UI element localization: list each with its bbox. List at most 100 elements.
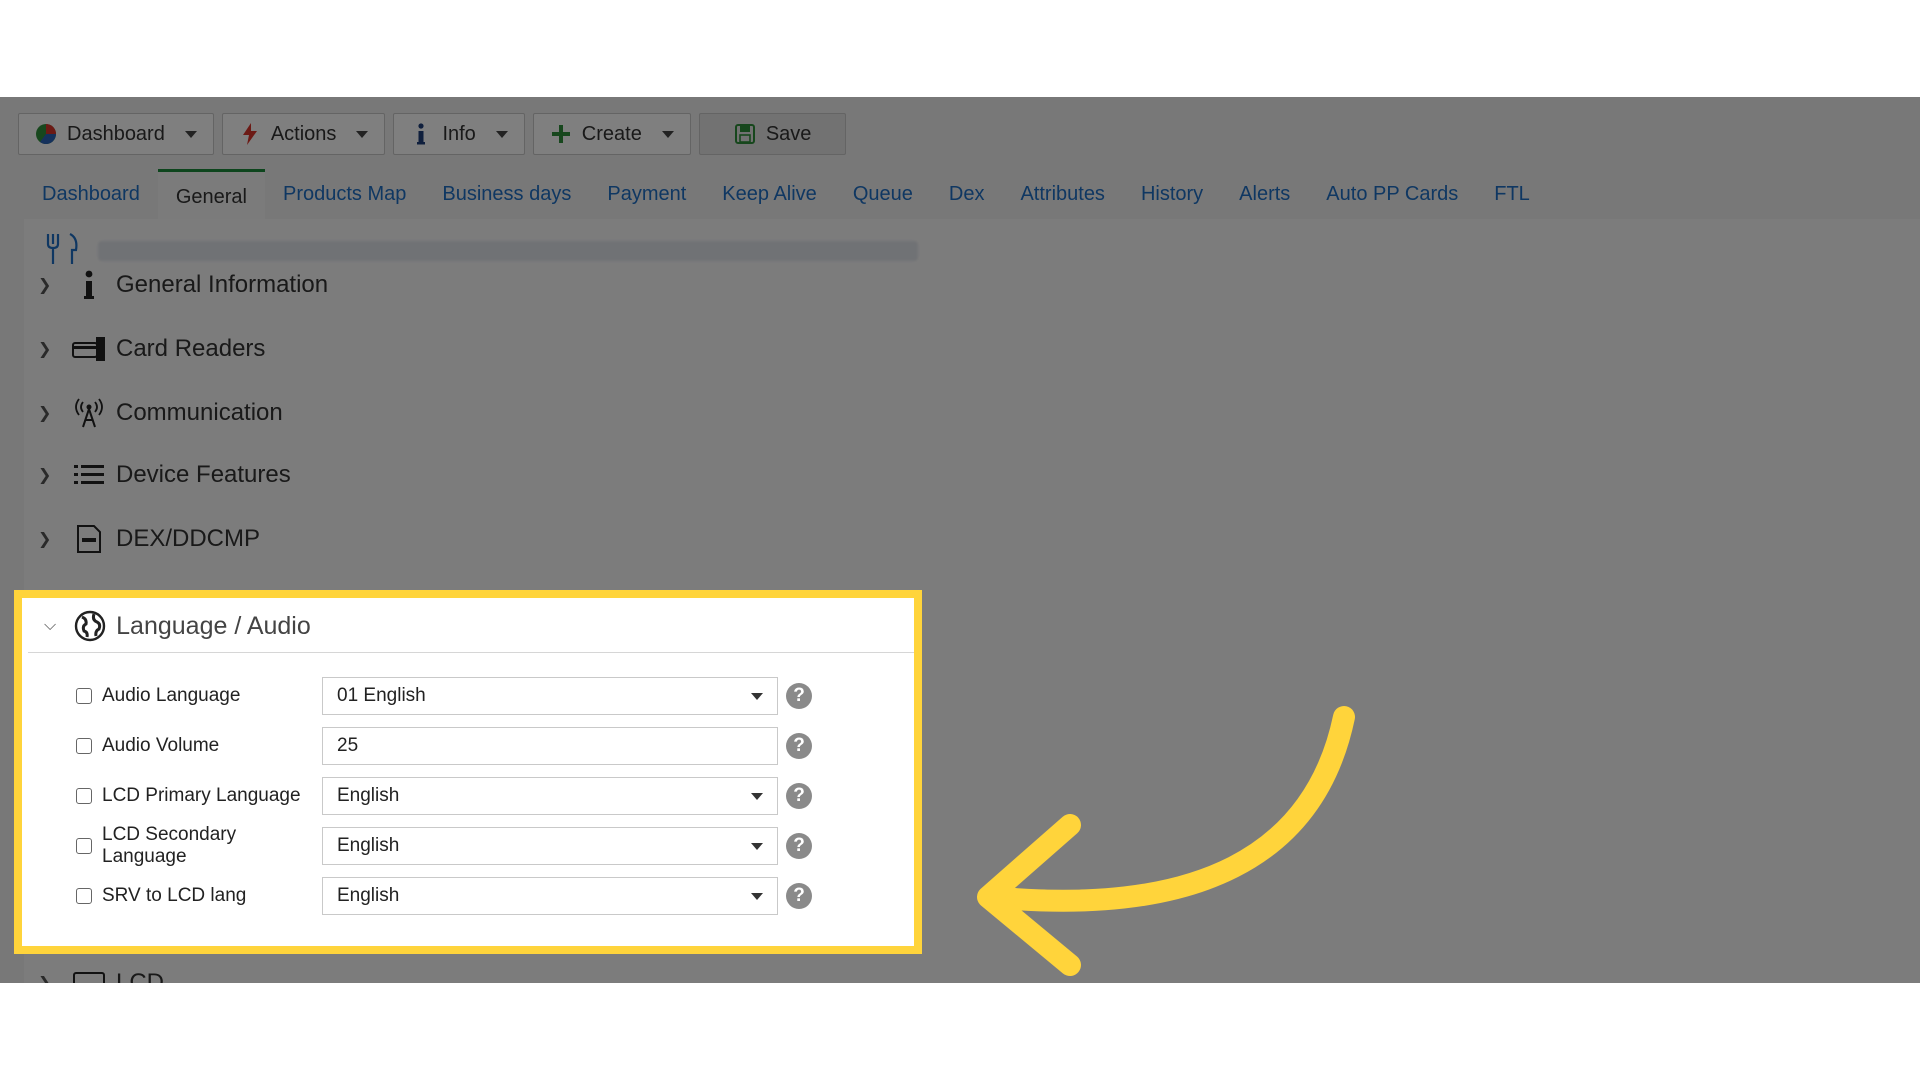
chevron-right-icon: ❯ <box>38 405 52 422</box>
chevron-right-icon: ❯ <box>38 277 52 294</box>
audio-volume-input[interactable]: 25 <box>322 727 778 765</box>
info-icon <box>72 269 106 301</box>
app-window: Dashboard Actions Info Create Save Dashb… <box>0 97 1920 983</box>
section-language-audio: ⌵ Language / Audio Audio Language 01 Eng… <box>18 594 918 950</box>
section-communication[interactable]: ❯ Communication <box>38 393 283 433</box>
breadcrumb-redacted <box>98 241 918 261</box>
save-button[interactable]: Save <box>698 113 847 155</box>
row-srv-to-lcd-lang: SRV to LCD lang English ? <box>76 876 812 916</box>
lcd-primary-language-checkbox[interactable] <box>76 788 92 804</box>
card-reader-icon <box>72 333 106 365</box>
lcd-primary-language-select[interactable]: English <box>322 777 778 815</box>
tab-keep-alive[interactable]: Keep Alive <box>704 169 835 219</box>
dex-icon <box>72 523 106 555</box>
chevron-down-icon <box>356 130 369 138</box>
tab-payment[interactable]: Payment <box>589 169 704 219</box>
divider <box>28 652 918 653</box>
tab-attributes[interactable]: Attributes <box>1002 169 1122 219</box>
language-audio-title: Language / Audio <box>116 611 311 640</box>
chevron-right-icon: ❯ <box>38 467 52 484</box>
section-card-readers[interactable]: ❯ Card Readers <box>38 329 265 369</box>
section-general-information[interactable]: ❯ General Information <box>38 265 328 305</box>
lcd-primary-language-value: English <box>337 785 400 806</box>
chevron-down-icon <box>751 892 763 900</box>
audio-language-value: 01 English <box>337 685 426 706</box>
section-label: Device Features <box>116 461 291 488</box>
lcd-icon <box>72 967 106 983</box>
lcd-secondary-language-select[interactable]: English <box>322 827 778 865</box>
help-icon[interactable]: ? <box>786 733 812 759</box>
tab-dashboard[interactable]: Dashboard <box>24 169 158 219</box>
help-icon[interactable]: ? <box>786 783 812 809</box>
help-icon[interactable]: ? <box>786 883 812 909</box>
chevron-down-icon <box>751 792 763 800</box>
chevron-down-icon <box>661 130 674 138</box>
lcd-secondary-language-label: LCD Secondary Language <box>102 824 237 867</box>
row-audio-volume: Audio Volume 25 ? <box>76 726 812 766</box>
section-label: Card Readers <box>116 335 266 362</box>
help-icon[interactable]: ? <box>786 683 812 709</box>
language-audio-header[interactable]: ⌵ Language / Audio <box>44 606 311 646</box>
lightning-icon <box>239 123 261 145</box>
row-audio-language: Audio Language 01 English ? <box>76 676 812 716</box>
create-button[interactable]: Create <box>532 113 691 155</box>
tab-alerts[interactable]: Alerts <box>1221 169 1308 219</box>
globe-icon <box>74 610 106 642</box>
antenna-icon <box>72 397 106 429</box>
lcd-primary-language-label: LCD Primary Language <box>102 785 301 806</box>
row-lcd-secondary-language: LCD Secondary Language English ? <box>76 824 812 867</box>
srv-to-lcd-lang-checkbox[interactable] <box>76 888 92 904</box>
section-label: LCD <box>116 969 165 983</box>
audio-volume-value: 25 <box>337 735 359 756</box>
audio-language-select[interactable]: 01 English <box>322 677 778 715</box>
audio-language-label: Audio Language <box>102 685 241 706</box>
list-icon <box>72 459 106 491</box>
section-label: Communication <box>116 399 283 426</box>
section-label: General Information <box>116 271 329 298</box>
pie-chart-icon <box>35 123 57 145</box>
tab-general[interactable]: General <box>157 169 265 219</box>
chevron-down-icon: ⌵ <box>44 617 57 634</box>
tab-queue[interactable]: Queue <box>835 169 931 219</box>
actions-button[interactable]: Actions <box>221 113 386 155</box>
chevron-down-icon <box>495 130 508 138</box>
info-button[interactable]: Info <box>393 113 525 155</box>
tab-dex[interactable]: Dex <box>931 169 1003 219</box>
audio-language-checkbox[interactable] <box>76 688 92 704</box>
info-icon <box>410 123 432 145</box>
chevron-down-icon <box>751 842 763 850</box>
save-label: Save <box>765 122 812 145</box>
chevron-right-icon: ❯ <box>38 973 54 983</box>
chevron-right-icon: ❯ <box>38 341 52 358</box>
create-label: Create <box>581 122 642 145</box>
tab-ftl[interactable]: FTL <box>1476 169 1548 219</box>
dashboard-button[interactable]: Dashboard <box>18 113 214 155</box>
breadcrumb <box>44 232 934 269</box>
section-dex-ddcmp[interactable]: ❯ DEX/DDCMP <box>38 519 260 559</box>
section-label: DEX/DDCMP <box>116 525 261 552</box>
chevron-down-icon <box>751 692 763 700</box>
help-icon[interactable]: ? <box>786 833 812 859</box>
floppy-disk-icon <box>734 123 756 145</box>
dashboard-label: Dashboard <box>67 122 165 145</box>
tab-bar: Dashboard General Products Map Business … <box>24 169 1548 219</box>
tab-business-days[interactable]: Business days <box>424 169 589 219</box>
srv-to-lcd-lang-value: English <box>337 885 400 906</box>
section-device-features[interactable]: ❯ Device Features <box>38 455 291 495</box>
srv-to-lcd-lang-select[interactable]: English <box>322 877 778 915</box>
info-label: Info <box>442 122 476 145</box>
plus-icon <box>550 123 572 145</box>
audio-volume-checkbox[interactable] <box>76 738 92 754</box>
audio-volume-label: Audio Volume <box>102 735 220 756</box>
row-lcd-primary-language: LCD Primary Language English ? <box>76 776 812 816</box>
toolbar: Dashboard Actions Info Create Save <box>18 113 847 157</box>
section-lcd[interactable]: ❯ LCD <box>38 963 164 983</box>
tab-auto-pp-cards[interactable]: Auto PP Cards <box>1308 169 1476 219</box>
tab-history[interactable]: History <box>1123 169 1221 219</box>
lcd-secondary-language-checkbox[interactable] <box>76 838 92 854</box>
srv-to-lcd-lang-label: SRV to LCD lang <box>102 885 247 906</box>
chevron-right-icon: ❯ <box>38 531 52 548</box>
lcd-secondary-language-value: English <box>337 835 400 856</box>
chevron-down-icon <box>184 130 197 138</box>
tab-products-map[interactable]: Products Map <box>265 169 424 219</box>
